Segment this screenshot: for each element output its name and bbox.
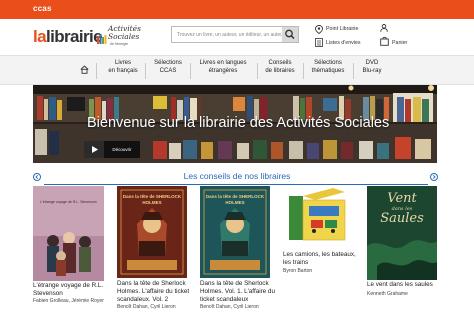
nav-label: Livres bbox=[114, 60, 131, 66]
chevron-right-icon bbox=[432, 174, 436, 180]
book-cover-title: Vent bbox=[387, 191, 417, 206]
main-nav: Livres en français Sélections CCAS Livres … bbox=[0, 55, 474, 85]
header: lalibrairie Activités Sociales de l'éner… bbox=[0, 19, 474, 55]
nav-label: Conseils bbox=[268, 60, 292, 66]
ccas-logo[interactable]: ccas bbox=[33, 4, 52, 13]
hero-banner[interactable]: Bienvenue sur la librairie des Activités… bbox=[33, 85, 437, 163]
decouvrir-button[interactable]: Découvrir bbox=[104, 141, 140, 158]
search-input[interactable] bbox=[172, 27, 283, 42]
nav-label: Sélections bbox=[314, 60, 342, 66]
book-cover-illustration bbox=[289, 188, 346, 241]
book-title-3[interactable]: Dans la tête de Sherlock Holmes. Vol. 1.… bbox=[200, 280, 276, 303]
book-cover-title: Dans la tête de SHERLOCK HOLMES bbox=[122, 194, 182, 205]
nav-label: en français bbox=[108, 67, 138, 74]
nav-label: thématiques bbox=[311, 67, 345, 74]
list-icon bbox=[315, 38, 323, 47]
book-title-1[interactable]: L'étrange voyage de R.L. Stevenson bbox=[33, 282, 109, 298]
nav-label: CCAS bbox=[159, 67, 177, 74]
nav-item-langues-etrangeres[interactable]: Livres en langues étrangères bbox=[193, 60, 253, 75]
book-cover-1[interactable]: L'étrange voyage de R.L. Stevenson bbox=[33, 186, 104, 281]
nav-label: DVD bbox=[365, 60, 379, 66]
nav-separator bbox=[96, 63, 97, 79]
nav-label: Livres en langues bbox=[199, 60, 247, 66]
nav-separator bbox=[353, 63, 354, 79]
section-divider bbox=[44, 184, 428, 185]
book-title-5[interactable]: Le vent dans les saules bbox=[367, 281, 443, 289]
book-author-3[interactable]: Benoît Dahan, Cyril Lieron bbox=[200, 304, 259, 310]
nav-label: étrangères bbox=[208, 67, 238, 74]
nav-separator bbox=[303, 63, 304, 79]
top-bar: ccas bbox=[0, 0, 474, 19]
activites-sub-text: de l'énergie bbox=[110, 42, 128, 46]
logo-la-text: la bbox=[33, 27, 47, 46]
nav-separator bbox=[190, 63, 191, 79]
nav-label: Sélections bbox=[154, 60, 182, 66]
book-title-4[interactable]: Les camions, les bateaux, les trains bbox=[283, 251, 359, 267]
search-bar bbox=[171, 26, 299, 43]
book-cover-title: Saules bbox=[380, 211, 424, 226]
book-author-5[interactable]: Kenneth Grahame bbox=[367, 291, 408, 297]
la-librairie-logo[interactable]: lalibrairie bbox=[33, 27, 103, 47]
book-cover-4[interactable] bbox=[283, 186, 355, 248]
user-icon[interactable] bbox=[380, 24, 388, 32]
nav-item-livres-francais[interactable]: Livres en français bbox=[102, 60, 144, 75]
nav-separator bbox=[145, 63, 146, 79]
book-cover-5[interactable]: Vent dans les Saules bbox=[367, 186, 437, 280]
nav-item-conseils-libraires[interactable]: Conseils de libraires bbox=[260, 60, 300, 75]
carousel-next-button[interactable] bbox=[430, 173, 438, 181]
panier-link[interactable]: Panier bbox=[392, 40, 407, 46]
nav-label: Blu-ray bbox=[362, 67, 382, 74]
activites-sociales-text: Activités Sociales bbox=[108, 24, 141, 41]
listes-envies-link[interactable]: Listes d'envies bbox=[326, 40, 361, 46]
nav-separator bbox=[257, 63, 258, 79]
book-author-1[interactable]: Fabien Grolleau, Jérémie Royer bbox=[33, 298, 104, 304]
play-button[interactable] bbox=[84, 141, 104, 158]
play-icon bbox=[92, 146, 98, 153]
location-pin-icon bbox=[315, 25, 323, 34]
logo-librairie-text: librairie bbox=[45, 27, 103, 46]
book-cover-3[interactable]: Dans la tête de SHERLOCK HOLMES bbox=[200, 186, 270, 278]
book-cover-title: L'étrange voyage de R.L. Stevenson bbox=[40, 200, 97, 204]
book-title-2[interactable]: Dans la tête de Sherlock Holmes. L'affai… bbox=[117, 280, 193, 303]
section-title: Les conseils de nos libraires bbox=[183, 171, 291, 181]
book-cover-title: Dans la tête de SHERLOCK HOLMES bbox=[205, 194, 265, 205]
shopping-bag-icon bbox=[380, 36, 389, 46]
nav-item-selections-ccas[interactable]: Sélections CCAS bbox=[149, 60, 187, 75]
activites-sociales-logo[interactable]: Activités Sociales de l'énergie bbox=[97, 25, 163, 49]
book-author-2[interactable]: Benoît Dahan, Cyril Lieron bbox=[117, 304, 176, 310]
book-author-4[interactable]: Byron Barton bbox=[283, 268, 312, 274]
banner-title: Bienvenue sur la librairie des Activités… bbox=[87, 115, 390, 131]
search-icon bbox=[285, 29, 295, 40]
nav-item-dvd-bluray[interactable]: DVD Blu-ray bbox=[356, 60, 388, 75]
home-icon[interactable] bbox=[80, 65, 89, 74]
point-librairie-link[interactable]: Point Librairie bbox=[326, 26, 358, 32]
nav-item-selections-thematiques[interactable]: Sélections thématiques bbox=[306, 60, 350, 75]
book-cover-2[interactable]: Dans la tête de SHERLOCK HOLMES bbox=[117, 186, 187, 278]
nav-label: de libraires bbox=[265, 67, 295, 74]
search-button[interactable] bbox=[282, 27, 298, 42]
